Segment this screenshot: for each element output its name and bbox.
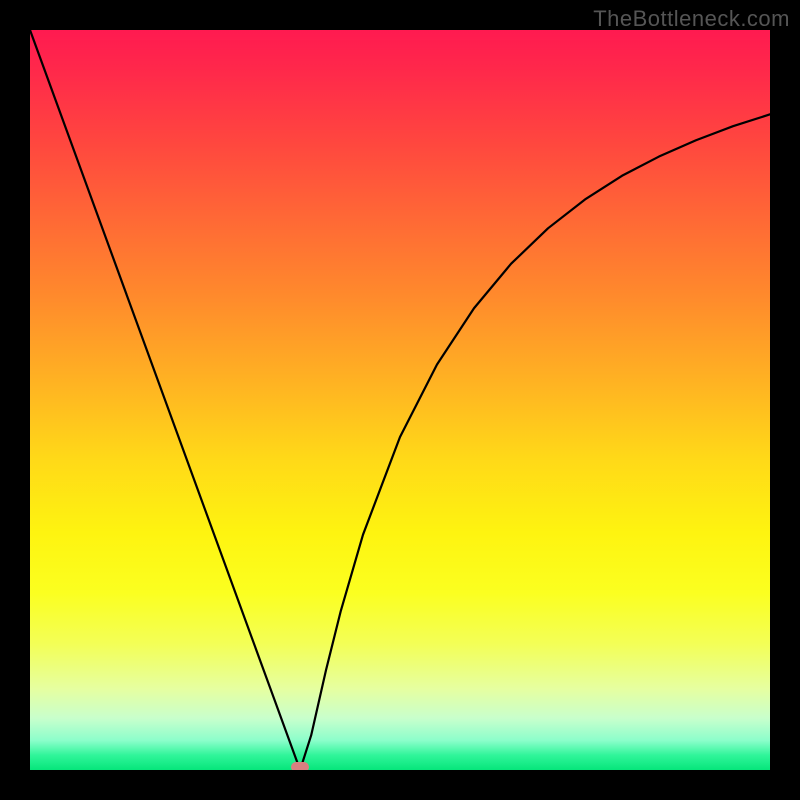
chart-plot-area: [30, 30, 770, 770]
bottleneck-curve: [30, 30, 770, 770]
watermark-text: TheBottleneck.com: [593, 6, 790, 32]
balance-point-marker: [291, 762, 309, 770]
